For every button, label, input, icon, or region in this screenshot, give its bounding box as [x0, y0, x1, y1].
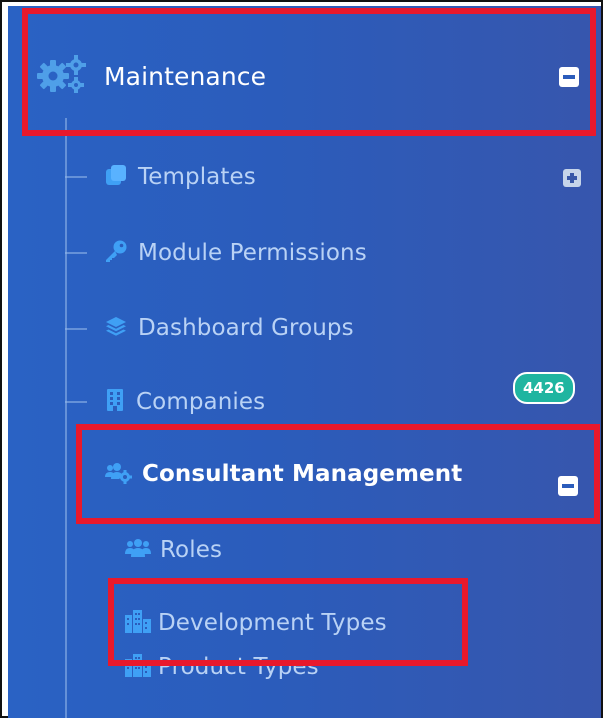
sidebar-item-label: Roles — [160, 537, 223, 563]
maintenance-collapse-icon[interactable] — [559, 67, 579, 87]
tree-branch — [65, 328, 87, 330]
sidebar-item-product-types[interactable]: Product Types — [124, 648, 319, 686]
sidebar-item-label: Companies — [136, 389, 266, 415]
consultant-management-collapse-icon[interactable] — [558, 476, 578, 496]
sidebar-item-label: Development Types — [158, 610, 387, 636]
sidebar-item-label: Dashboard Groups — [138, 315, 354, 341]
maintenance-label: Maintenance — [104, 61, 267, 91]
sidebar-item-development-types[interactable]: Development Types — [124, 604, 387, 642]
menu-item-maintenance[interactable]: Maintenance — [36, 52, 266, 100]
sidebar-item-module-permissions[interactable]: Module Permissions — [104, 234, 367, 272]
tree-branch — [65, 252, 87, 254]
sidebar-menu: Maintenance Templates Module Permissions… — [8, 6, 601, 718]
key-icon — [104, 239, 128, 267]
screenshot-frame: Maintenance Templates Module Permissions… — [0, 0, 603, 718]
cogs-icon — [36, 54, 88, 98]
users-icon — [124, 537, 152, 563]
city-icon — [124, 609, 152, 637]
users-cog-icon — [104, 460, 132, 488]
templates-expand-icon[interactable] — [563, 169, 581, 187]
sidebar-item-consultant-management[interactable]: Consultant Management — [104, 454, 462, 494]
sidebar-item-label: Templates — [138, 164, 256, 190]
companies-count-badge: 4426 — [513, 372, 575, 404]
tree-branch — [65, 401, 87, 403]
sidebar-item-templates[interactable]: Templates — [104, 158, 256, 196]
sidebar-item-dashboard-groups[interactable]: Dashboard Groups — [104, 309, 354, 347]
building-icon — [104, 388, 126, 416]
tree-branch — [65, 176, 87, 178]
sidebar-item-label: Product Types — [158, 654, 319, 680]
copy-icon — [104, 163, 128, 191]
sidebar-item-companies[interactable]: Companies — [104, 383, 265, 421]
sidebar-item-label: Module Permissions — [138, 240, 367, 266]
layers-icon — [104, 314, 128, 342]
city-icon — [124, 653, 152, 681]
tree-connector-line — [65, 118, 67, 718]
sidebar-item-label: Consultant Management — [142, 461, 463, 487]
sidebar-item-roles[interactable]: Roles — [124, 531, 222, 569]
